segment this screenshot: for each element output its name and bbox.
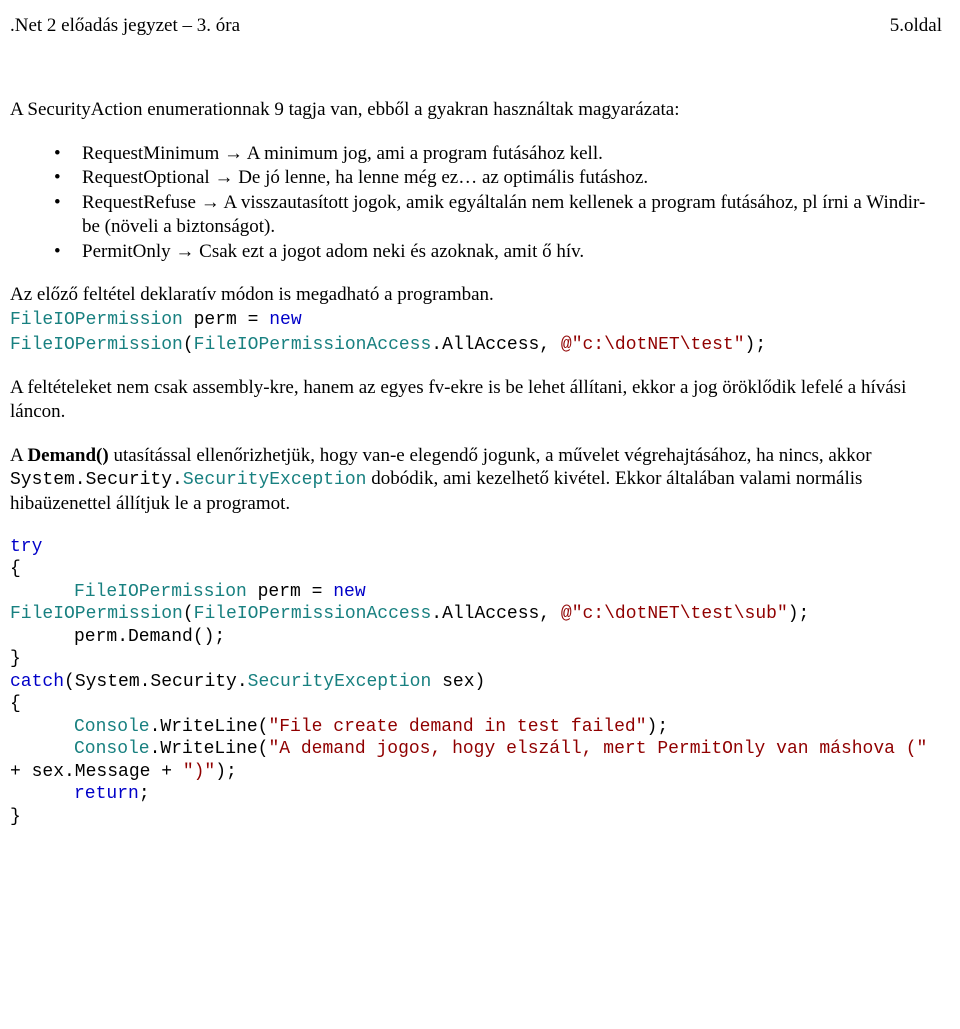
- code-line: return;: [10, 783, 942, 806]
- code-text: (: [183, 335, 194, 355]
- code-text: );: [215, 762, 237, 782]
- code-text: );: [788, 604, 810, 624]
- code-class: FileIOPermissionAccess: [194, 335, 432, 355]
- arrow-icon: →: [214, 167, 238, 188]
- code-text: + sex.Message +: [10, 762, 183, 782]
- bullet-term: RequestRefuse: [82, 192, 196, 213]
- bullet-term: RequestMinimum: [82, 143, 219, 164]
- text: A: [10, 445, 27, 466]
- code-keyword: return: [74, 784, 139, 804]
- code-class: Console: [74, 739, 150, 759]
- list-item: RequestRefuse → A visszautasított jogok,…: [34, 191, 942, 239]
- code-class: FileIOPermissionAccess: [194, 604, 432, 624]
- code-string: ")": [183, 762, 215, 782]
- arrow-icon: →: [224, 143, 247, 164]
- code-class: FileIOPermission: [10, 335, 183, 355]
- code-keyword: new: [269, 310, 301, 330]
- code-keyword: catch: [10, 672, 64, 692]
- declarative-text: Az előző feltétel deklaratív módon is me…: [10, 284, 494, 305]
- code-text: (System.Security.: [64, 672, 248, 692]
- bullet-desc: A minimum jog, ami a program futásához k…: [247, 143, 603, 164]
- code-string: "File create demand in test failed": [268, 717, 646, 737]
- code-text: ;: [139, 784, 150, 804]
- code-line: FileIOPermission perm = new: [10, 581, 942, 604]
- code-line: {: [10, 693, 942, 716]
- text: utasítással ellenőrizhetjük, hogy van-e …: [109, 445, 872, 466]
- bullet-desc: De jó lenne, ha lenne még ez… az optimál…: [238, 167, 648, 188]
- conditions-paragraph: A feltételeket nem csak assembly-kre, ha…: [10, 376, 942, 424]
- code-text: perm =: [183, 310, 269, 330]
- code-text: (: [183, 604, 194, 624]
- demand-paragraph: A Demand() utasítással ellenőrizhetjük, …: [10, 444, 942, 516]
- code-line: }: [10, 806, 942, 829]
- declarative-block: Az előző feltétel deklaratív módon is me…: [10, 283, 942, 356]
- code-string: @"c:\dotNET\test\sub": [561, 604, 788, 624]
- code-text: sex): [431, 672, 485, 692]
- code-text: .AllAccess,: [431, 335, 561, 355]
- arrow-icon: →: [201, 192, 224, 213]
- code-class: SecurityException: [183, 470, 367, 490]
- code-text: .WriteLine(: [150, 717, 269, 737]
- header-right: 5.oldal: [890, 14, 942, 38]
- bullet-desc: Csak ezt a jogot adom neki és azoknak, a…: [199, 241, 584, 262]
- code-text: perm =: [247, 582, 333, 602]
- code-keyword: try: [10, 537, 42, 557]
- code-class: FileIOPermission: [10, 310, 183, 330]
- bullet-list: RequestMinimum → A minimum jog, ami a pr…: [10, 142, 942, 264]
- code-class: Console: [74, 717, 150, 737]
- code-line: Console.WriteLine("A demand jogos, hogy …: [10, 738, 942, 783]
- code-line: FileIOPermission(FileIOPermissionAccess.…: [10, 335, 766, 355]
- code-line: FileIOPermission(FileIOPermissionAccess.…: [10, 603, 942, 626]
- bullet-term: PermitOnly: [82, 241, 171, 262]
- code-line: Console.WriteLine("File create demand in…: [10, 716, 942, 739]
- code-class: SecurityException: [248, 672, 432, 692]
- code-line: perm.Demand();: [10, 626, 942, 649]
- bullet-term: RequestOptional: [82, 167, 210, 188]
- code-text: perm.Demand();: [74, 627, 225, 647]
- list-item: RequestMinimum → A minimum jog, ami a pr…: [34, 142, 942, 166]
- list-item: RequestOptional → De jó lenne, ha lenne …: [34, 166, 942, 190]
- code-keyword: new: [333, 582, 365, 602]
- bold-text: Demand(): [27, 445, 108, 466]
- header-left: .Net 2 előadás jegyzet – 3. óra: [10, 14, 240, 38]
- code-text: .WriteLine(: [150, 739, 269, 759]
- code-line: FileIOPermission perm = new: [10, 310, 302, 330]
- code-class: FileIOPermission: [10, 604, 183, 624]
- code-line: {: [10, 558, 942, 581]
- arrow-icon: →: [175, 241, 199, 262]
- code-string: "A demand jogos, hogy elszáll, mert Perm…: [268, 739, 927, 759]
- page-header: .Net 2 előadás jegyzet – 3. óra 5.oldal: [10, 14, 942, 38]
- code-string: @"c:\dotNET\test": [561, 335, 745, 355]
- code-text: .AllAccess,: [431, 604, 561, 624]
- code-class: FileIOPermission: [74, 582, 247, 602]
- code-line: }: [10, 648, 942, 671]
- list-item: PermitOnly → Csak ezt a jogot adom neki …: [34, 240, 942, 264]
- code-text: );: [647, 717, 669, 737]
- code-block: try { FileIOPermission perm = new FileIO…: [10, 536, 942, 829]
- code-text: System.Security.: [10, 470, 183, 490]
- code-line: catch(System.Security.SecurityException …: [10, 671, 942, 694]
- intro-paragraph: A SecurityAction enumerationnak 9 tagja …: [10, 98, 942, 122]
- code-line: try: [10, 536, 942, 559]
- code-text: );: [745, 335, 767, 355]
